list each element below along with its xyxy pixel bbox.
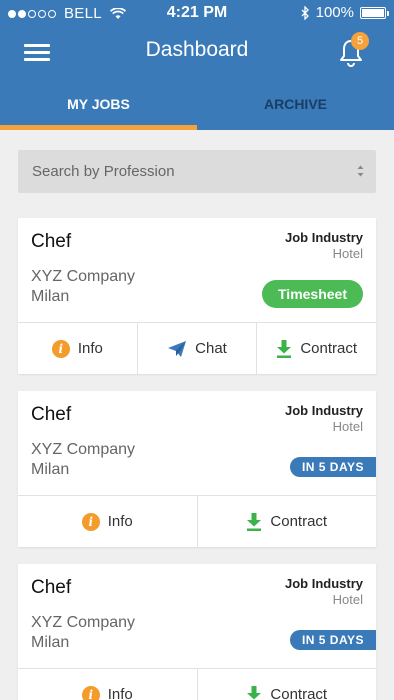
download-icon: [246, 685, 262, 700]
info-label: Info: [107, 686, 133, 700]
job-card-details: Chef XYZ Company Milan Job Industry Hote…: [18, 391, 376, 495]
industry-label: Job Industry: [284, 230, 363, 245]
company-name: XYZ Company: [31, 268, 136, 285]
industry-value: Hotel: [332, 592, 363, 607]
industry-value: Hotel: [332, 246, 363, 261]
job-title: Chef: [31, 577, 72, 598]
job-card-details: Chef XYZ Company Milan Job Industry Hote…: [18, 218, 376, 322]
timesheet-button[interactable]: Timesheet: [262, 280, 363, 308]
job-city: Milan: [31, 288, 70, 305]
industry-label: Job Industry: [284, 576, 363, 591]
tab-bar: MY JOBS ARCHIVE: [0, 88, 394, 130]
bluetooth-icon: [301, 5, 310, 20]
paper-plane-icon: [167, 340, 187, 358]
info-label: Info: [107, 513, 133, 530]
company-name: XYZ Company: [31, 441, 136, 458]
app-header: BELL 4:21 PM 100% Dashboard 5 MY JOBS AR…: [0, 0, 394, 130]
download-icon: [276, 339, 292, 358]
job-title: Chef: [31, 404, 72, 425]
job-card-details: Chef XYZ Company Milan Job Industry Hote…: [18, 564, 376, 668]
page-title: Dashboard: [145, 38, 249, 61]
contract-button[interactable]: Contract: [198, 496, 377, 547]
search-placeholder: Search by Profession: [32, 163, 175, 180]
battery-icon: [360, 6, 389, 19]
job-card: Chef XYZ Company Milan Job Industry Hote…: [18, 564, 376, 700]
job-city: Milan: [31, 634, 70, 651]
job-card-actions: i Info Contract: [18, 495, 376, 547]
info-button[interactable]: i Info: [18, 669, 198, 700]
job-card: Chef XYZ Company Milan Job Industry Hote…: [18, 391, 376, 547]
tab-archive[interactable]: ARCHIVE: [197, 88, 394, 130]
select-arrows-icon: [357, 164, 364, 178]
status-right: 100%: [301, 4, 389, 21]
info-icon: i: [51, 339, 70, 358]
industry-label: Job Industry: [284, 403, 363, 418]
start-date-badge: IN 5 DAYS: [290, 457, 376, 477]
job-card: Chef XYZ Company Milan Job Industry Hote…: [18, 218, 376, 374]
job-card-actions: i Info Chat Contract: [18, 322, 376, 374]
job-card-actions: i Info Contract: [18, 668, 376, 700]
contract-label: Contract: [300, 340, 358, 357]
industry-value: Hotel: [332, 419, 363, 434]
download-icon: [246, 512, 262, 531]
info-icon: i: [81, 685, 100, 700]
job-city: Milan: [31, 461, 70, 478]
notification-badge: 5: [351, 32, 369, 50]
profession-search-select[interactable]: Search by Profession: [18, 150, 376, 193]
contract-button[interactable]: Contract: [198, 669, 377, 700]
battery-percent: 100%: [315, 4, 354, 21]
contract-label: Contract: [270, 513, 328, 530]
chat-label: Chat: [195, 340, 227, 357]
info-button[interactable]: i Info: [18, 496, 198, 547]
info-icon: i: [81, 512, 100, 531]
info-label: Info: [77, 340, 103, 357]
status-bar: BELL 4:21 PM 100%: [0, 0, 394, 28]
contract-label: Contract: [270, 686, 328, 700]
job-title: Chef: [31, 231, 72, 252]
company-name: XYZ Company: [31, 614, 136, 631]
contract-button[interactable]: Contract: [257, 323, 376, 374]
info-button[interactable]: i Info: [18, 323, 138, 374]
start-date-badge: IN 5 DAYS: [290, 630, 376, 650]
active-tab-indicator: [0, 125, 197, 130]
chat-button[interactable]: Chat: [138, 323, 258, 374]
tab-my-jobs[interactable]: MY JOBS: [0, 88, 197, 130]
